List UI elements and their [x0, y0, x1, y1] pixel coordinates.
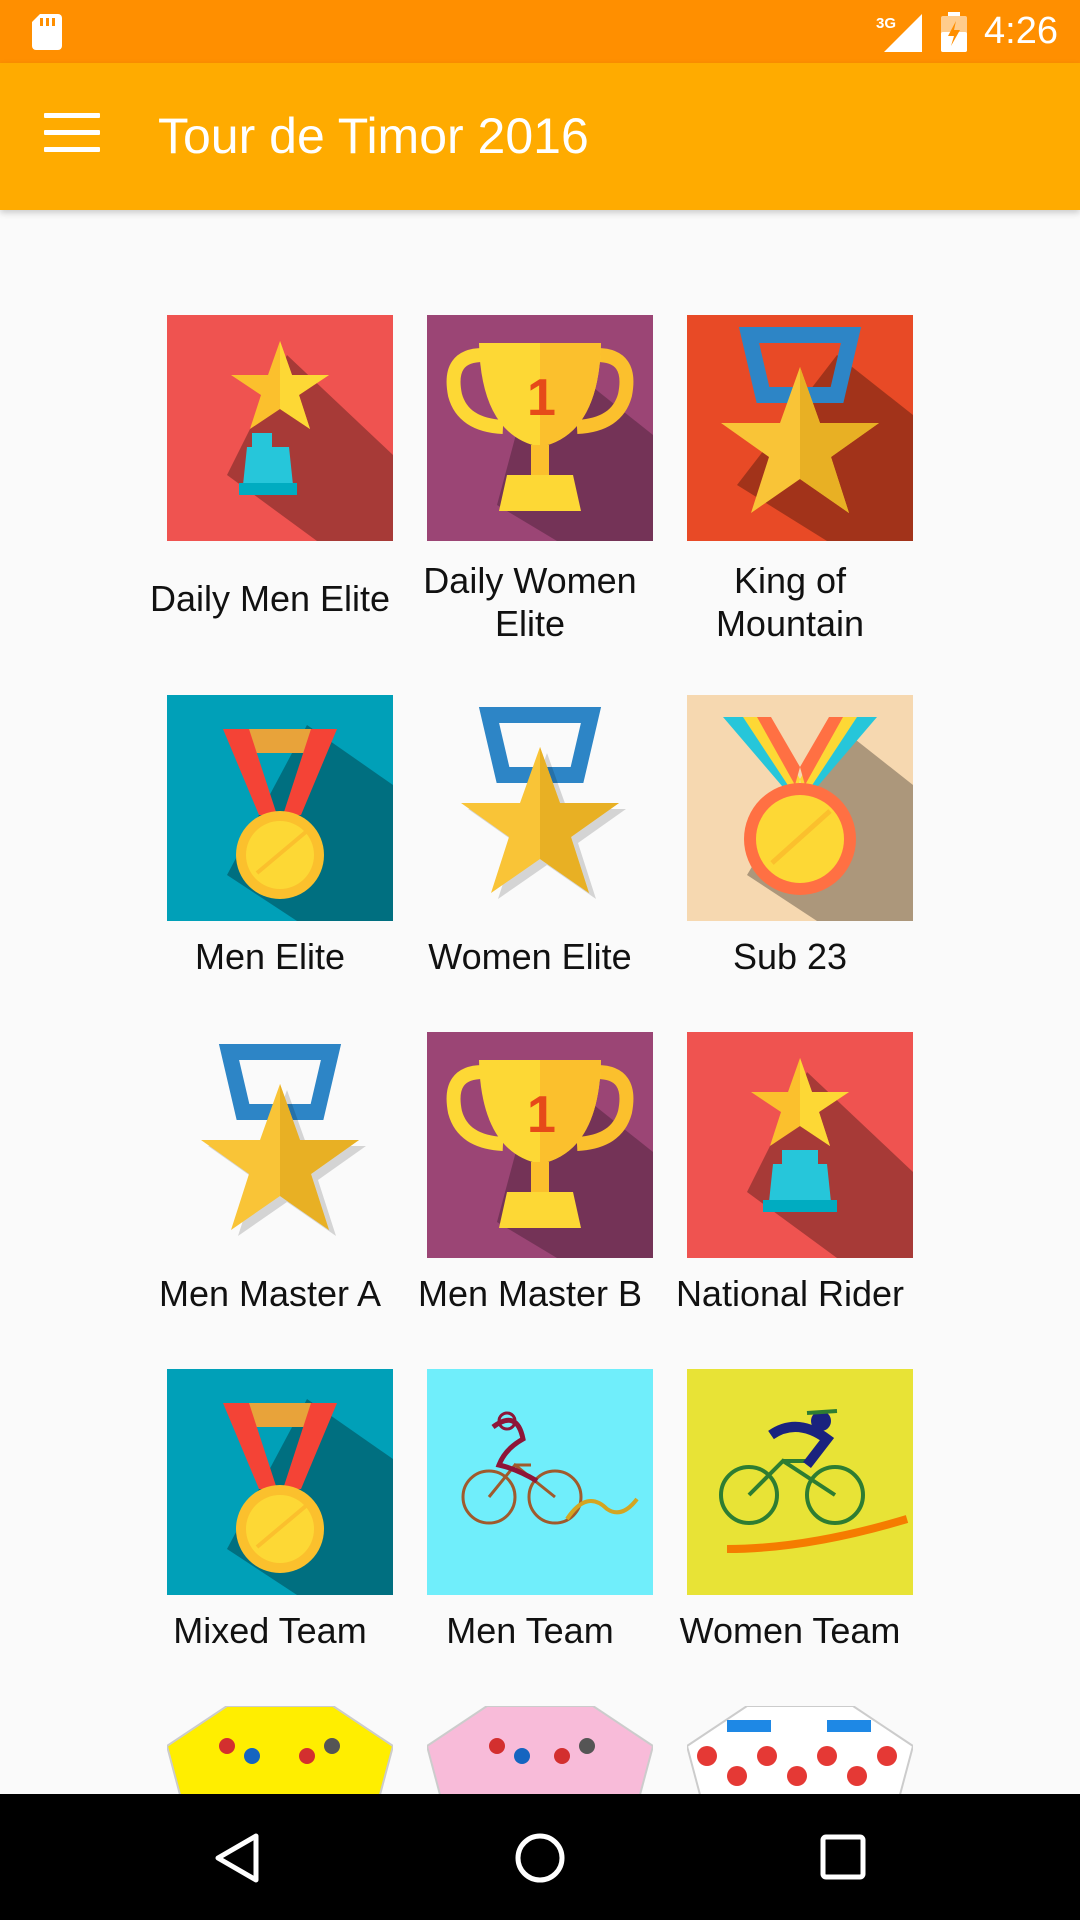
category-daily-men-elite[interactable]: Daily Men Elite	[140, 315, 400, 619]
category-yellow-jersey[interactable]	[140, 1706, 400, 1794]
category-label: Women Team	[679, 1610, 901, 1651]
medal-icon	[167, 1369, 393, 1595]
cell-signal-icon: 3G	[876, 14, 922, 52]
cup-trophy-icon: 1	[427, 1032, 653, 1258]
app-title: Tour de Timor 2016	[158, 108, 589, 164]
category-daily-women-elite[interactable]: 1 Daily Women Elite	[400, 315, 660, 644]
recents-icon[interactable]	[820, 1834, 866, 1880]
hamburger-menu-icon[interactable]	[44, 113, 100, 159]
category-pink-jersey[interactable]	[400, 1706, 660, 1794]
category-women-team[interactable]: Women Team	[660, 1369, 920, 1669]
category-men-team[interactable]: Men Team	[400, 1369, 660, 1669]
category-label: Men Master A	[158, 1273, 382, 1314]
sd-card-icon	[32, 14, 62, 50]
cyclist-icon	[427, 1369, 653, 1595]
cup-trophy-icon: 1	[427, 315, 653, 541]
svg-text:1: 1	[527, 1086, 556, 1144]
category-men-master-b[interactable]: 1 Men Master B	[400, 1032, 660, 1332]
category-men-master-a[interactable]: Men Master A	[140, 1032, 400, 1332]
home-icon[interactable]	[514, 1832, 566, 1884]
battery-charging-icon	[941, 12, 967, 52]
category-king-of-mountain[interactable]: King of Mountain	[660, 315, 920, 644]
category-label: National Rider	[675, 1273, 905, 1314]
star-trophy-icon	[167, 315, 393, 541]
medal-icon	[167, 695, 393, 921]
category-sub-23[interactable]: Sub 23	[660, 695, 920, 995]
back-icon[interactable]	[214, 1832, 260, 1884]
svg-text:1: 1	[527, 369, 556, 427]
category-women-elite[interactable]: Women Elite	[400, 695, 660, 995]
cyclist-icon	[687, 1369, 913, 1595]
star-trophy-icon	[687, 1032, 913, 1258]
category-mixed-team[interactable]: Mixed Team	[140, 1369, 400, 1669]
category-label: Men Team	[446, 1610, 614, 1651]
navigation-bar	[0, 1794, 1080, 1920]
category-polka-dot-jersey[interactable]	[660, 1706, 920, 1794]
pink-jersey-icon	[427, 1706, 653, 1794]
clock: 4:26	[984, 10, 1058, 52]
category-label: King of Mountain	[715, 560, 865, 644]
network-type: 3G	[876, 15, 896, 32]
star-medal-icon	[201, 1044, 366, 1236]
category-label: Sub 23	[732, 936, 848, 977]
polka-dot-jersey-icon	[687, 1706, 913, 1794]
category-label: Daily Women Elite	[423, 560, 637, 644]
category-grid[interactable]: Daily Men Elite 1 Daily Women Elite King…	[0, 210, 1080, 1794]
category-label: Women Elite	[428, 936, 632, 977]
category-national-rider[interactable]: National Rider	[660, 1032, 920, 1332]
star-medal-icon	[461, 707, 626, 899]
category-label: Daily Men Elite	[149, 578, 391, 619]
yellow-jersey-icon	[167, 1706, 393, 1794]
star-medal-icon	[687, 315, 913, 541]
category-men-elite[interactable]: Men Elite	[140, 695, 400, 995]
status-bar: 3G 4:26	[0, 0, 1080, 63]
category-label: Mixed Team	[173, 1610, 367, 1651]
app-bar: Tour de Timor 2016	[0, 63, 1080, 210]
medal-icon	[687, 695, 913, 921]
category-label: Men Elite	[194, 936, 346, 977]
category-label: Men Master B	[417, 1273, 643, 1314]
